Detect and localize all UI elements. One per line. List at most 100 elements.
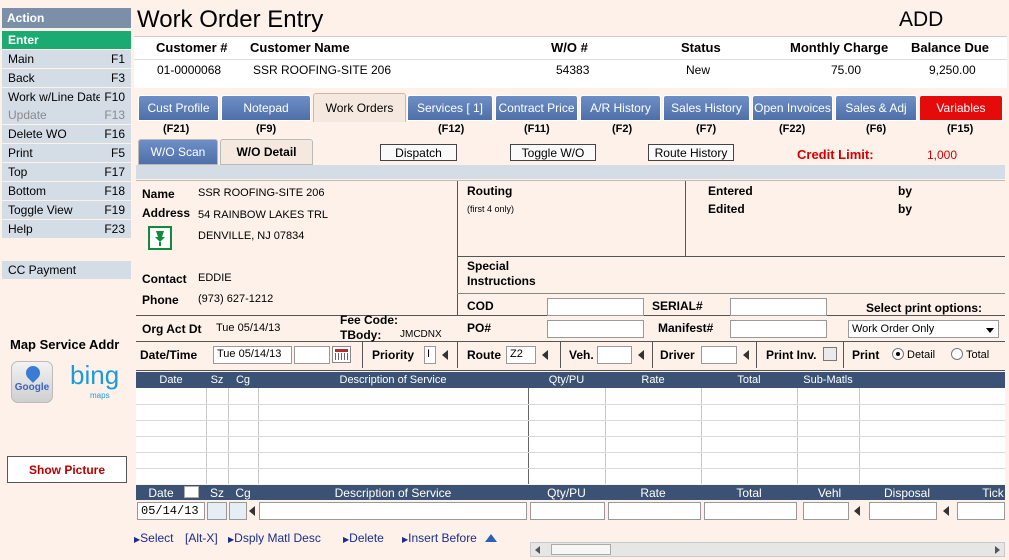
entry-vehl-arrow-icon[interactable]	[854, 506, 860, 516]
sidebar-item-delete-wo[interactable]: Delete WO F16	[2, 125, 131, 143]
sidebar-item-update[interactable]: Update F13	[2, 106, 131, 124]
entry-description-input[interactable]	[259, 502, 527, 520]
route-history-button[interactable]: Route History	[648, 144, 734, 161]
entry-cg-arrow-icon[interactable]	[249, 506, 255, 516]
entry-rate-input[interactable]	[608, 502, 701, 520]
priority-input[interactable]: I	[424, 346, 436, 364]
tab-ar-history[interactable]: A/R History	[580, 95, 661, 121]
google-maps-icon[interactable]: Google	[11, 361, 53, 403]
entry-vehl-input[interactable]	[803, 502, 849, 520]
delete-link[interactable]: ▶Delete	[343, 531, 384, 545]
status-value: New	[686, 63, 711, 77]
customer-name: SSR ROOFING-SITE 206	[253, 63, 392, 77]
sidebar-item-top[interactable]: Top F17	[2, 163, 131, 181]
sidebar-item-main[interactable]: Main F1	[2, 50, 131, 68]
tab-sales-history[interactable]: Sales History	[663, 95, 750, 121]
org-act-dt-label: Org Act Dt	[142, 322, 202, 336]
map-pin-icon	[23, 363, 43, 383]
scroll-up-icon[interactable]	[485, 534, 497, 542]
status-header: Status	[681, 40, 721, 55]
instructions-label: Instructions	[467, 274, 536, 288]
horizontal-scrollbar[interactable]	[530, 542, 1005, 557]
driver-input[interactable]	[701, 346, 737, 364]
print-options-select[interactable]: Work Order Only	[848, 320, 999, 338]
insert-before-link[interactable]: ▶Insert Before	[402, 531, 477, 545]
sidebar-item-back[interactable]: Back F3	[2, 69, 131, 87]
vehicle-arrow-icon[interactable]	[638, 350, 644, 360]
bing-sub-label: maps	[90, 391, 110, 400]
sidebar-item-bottom[interactable]: Bottom F18	[2, 182, 131, 200]
entry-calendar-icon[interactable]	[184, 486, 199, 498]
sidebar-item-work-line-date[interactable]: Work w/Line Date F10	[2, 88, 131, 106]
tab-work-orders[interactable]: Work Orders	[313, 93, 406, 122]
entry-tick-input[interactable]	[957, 502, 1005, 520]
scrollbar-thumb[interactable]	[551, 544, 611, 555]
sidebar-item-enter[interactable]: Enter	[2, 31, 131, 49]
phone-label: Phone	[142, 293, 179, 307]
select-link[interactable]: ▶Select	[134, 531, 174, 545]
detail-radio[interactable]	[892, 348, 904, 360]
tab-services[interactable]: Services [ 1]	[407, 95, 493, 121]
entry-disposal-input[interactable]	[869, 502, 937, 520]
entry-total-input[interactable]	[704, 502, 797, 520]
tab-sales-adj[interactable]: Sales & Adj	[835, 95, 917, 121]
time-input[interactable]	[294, 346, 330, 364]
scroll-right-icon[interactable]	[995, 546, 1000, 554]
toggle-wo-button[interactable]: Toggle W/O	[510, 144, 596, 161]
show-picture-button[interactable]: Show Picture	[7, 456, 127, 483]
entry-disposal-arrow-icon[interactable]	[943, 506, 949, 516]
tab-wo-detail[interactable]: W/O Detail	[220, 139, 313, 165]
tab-contract-price[interactable]: Contract Price	[495, 95, 578, 121]
col-sz: Sz	[210, 374, 224, 386]
page-title: Work Order Entry	[137, 6, 324, 33]
entry-date-input[interactable]: 05/14/13	[137, 502, 205, 520]
calendar-icon[interactable]	[332, 346, 351, 363]
priority-arrow-icon[interactable]	[442, 350, 448, 360]
entry-col-tick: Tick	[982, 486, 1004, 500]
contact-value: EDDIE	[198, 272, 232, 284]
total-radio-label: Total	[966, 349, 990, 361]
sidebar-item-toggle-view[interactable]: Toggle View F19	[2, 201, 131, 219]
cod-input[interactable]	[547, 298, 644, 316]
fkey-variables: (F15)	[947, 123, 974, 135]
po-input[interactable]	[547, 320, 644, 338]
print-inv-checkbox[interactable]	[823, 347, 837, 361]
service-grid-body[interactable]	[136, 388, 1005, 484]
tab-open-invoices[interactable]: Open Invoices	[752, 95, 833, 121]
tab-notepad[interactable]: Notepad	[221, 95, 311, 121]
serial-input[interactable]	[730, 298, 827, 316]
cc-payment-button[interactable]: CC Payment	[2, 261, 131, 279]
vehicle-input[interactable]	[597, 346, 632, 364]
entry-col-date: Date	[148, 486, 174, 500]
tbody-label: TBody:	[340, 328, 382, 342]
bing-maps-icon[interactable]: bing maps	[70, 360, 122, 404]
credit-limit-value: 1,000	[927, 148, 958, 162]
fkey-open-invoices: (F22)	[779, 123, 806, 135]
tab-variables[interactable]: Variables	[919, 95, 1003, 121]
scroll-left-icon[interactable]	[535, 546, 540, 554]
service-grid-header: Date Sz Cg Description of Service Qty/PU…	[136, 372, 1005, 388]
dsply-matl-desc-link[interactable]: ▶Dsply Matl Desc	[228, 531, 321, 545]
col-qty: Qty/PU	[548, 374, 585, 386]
entry-sz-input[interactable]	[207, 502, 227, 520]
total-radio[interactable]	[951, 348, 963, 360]
dispatch-button[interactable]: Dispatch	[380, 144, 457, 161]
routing-note: (first 4 only)	[467, 204, 515, 214]
date-input[interactable]: Tue 05/14/13	[213, 346, 292, 364]
fkey-notepad: (F9)	[256, 123, 277, 135]
sidebar-item-help[interactable]: Help F23	[2, 220, 131, 238]
driver-arrow-icon[interactable]	[743, 350, 749, 360]
customer-name-header: Customer Name	[250, 40, 350, 55]
tab-cust-profile[interactable]: Cust Profile	[138, 95, 219, 121]
col-date: Date	[159, 374, 183, 386]
entry-qty-input[interactable]	[530, 502, 605, 520]
print-inv-label: Print Inv.	[766, 348, 817, 362]
tab-wo-scan[interactable]: W/O Scan	[138, 139, 218, 165]
sidebar-item-print[interactable]: Print F5	[2, 144, 131, 162]
entry-cg-input[interactable]	[229, 502, 247, 520]
sidebar-header: Action	[2, 8, 131, 28]
route-arrow-icon[interactable]	[542, 350, 548, 360]
manifest-input[interactable]	[730, 320, 827, 338]
map-pin-button-icon[interactable]	[148, 226, 172, 250]
route-input[interactable]: Z2	[506, 346, 536, 364]
